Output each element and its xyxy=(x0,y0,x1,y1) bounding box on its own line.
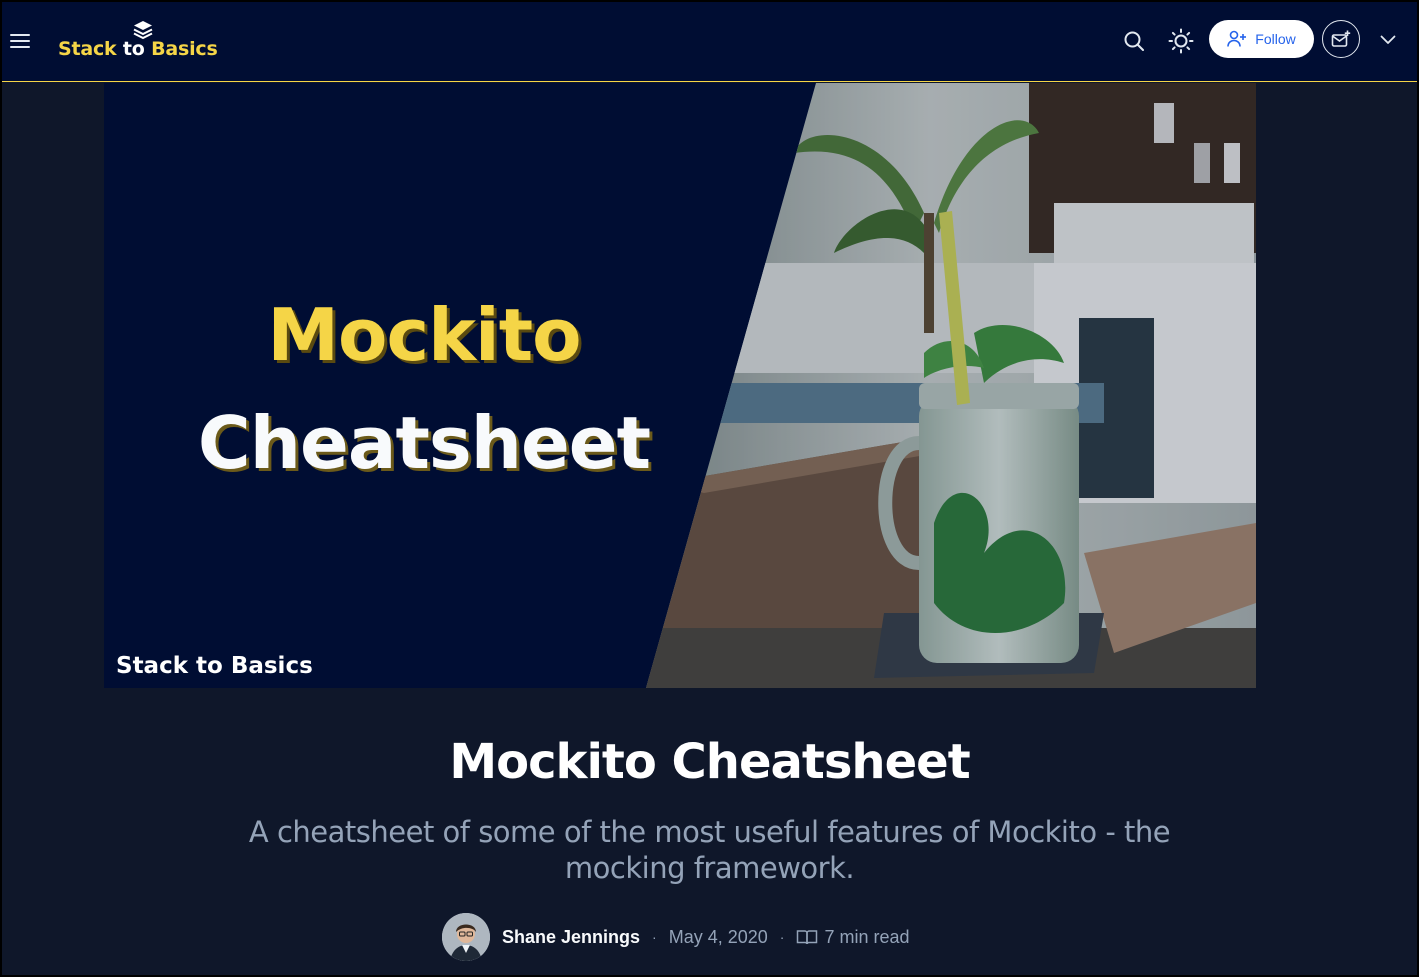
newsletter-button[interactable] xyxy=(1322,20,1360,58)
cover-title-line2: Cheatsheet xyxy=(197,401,651,485)
cover-brand-text: Stack to Basics xyxy=(116,653,313,679)
search-icon xyxy=(1124,31,1144,51)
sun-icon xyxy=(1168,28,1194,54)
stack-logo-icon xyxy=(133,21,153,40)
author-name[interactable]: Shane Jennings xyxy=(502,927,640,948)
mojito-photo xyxy=(646,83,1256,688)
blog-name: Stack to Basics xyxy=(58,38,218,60)
mail-plus-icon xyxy=(1331,30,1351,47)
read-time: 7 min read xyxy=(796,926,910,948)
cover-title-line1: Mockito xyxy=(267,293,581,377)
author-avatar[interactable] xyxy=(442,913,490,961)
top-navbar: Stack to Basics Follow xyxy=(2,2,1417,82)
post-meta: Shane Jennings · May 4, 2020 · 7 min rea… xyxy=(442,913,910,961)
chevron-down-icon xyxy=(1380,35,1396,44)
follow-label: Follow xyxy=(1255,31,1296,47)
post-subtitle: A cheatsheet of some of the most useful … xyxy=(248,815,1171,885)
user-plus-icon xyxy=(1227,30,1247,47)
search-button[interactable] xyxy=(1119,26,1149,56)
follow-button[interactable]: Follow xyxy=(1209,20,1314,58)
post-date: May 4, 2020 xyxy=(668,926,768,947)
author-photo xyxy=(442,913,490,961)
blog-logo[interactable]: Stack to Basics xyxy=(58,20,238,64)
meta-separator: · xyxy=(652,929,657,945)
meta-separator: · xyxy=(779,929,785,945)
post-title: Mockito Cheatsheet xyxy=(449,734,970,790)
cover-image: Mockito Cheatsheet Stack to Basics xyxy=(104,83,1256,688)
theme-toggle-button[interactable] xyxy=(1166,26,1196,56)
menu-icon[interactable] xyxy=(10,30,34,50)
book-open-icon xyxy=(797,930,818,945)
read-time-label: 7 min read xyxy=(824,926,910,947)
more-options-button[interactable] xyxy=(1376,28,1400,52)
